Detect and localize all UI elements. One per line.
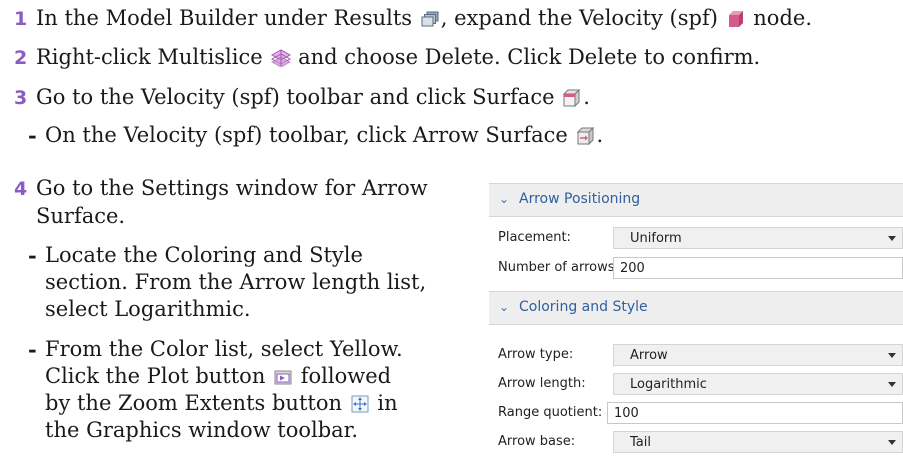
- step-text: Surface.: [36, 204, 126, 228]
- zoom-extents-icon: [351, 393, 369, 413]
- number-of-arrows-value: 200: [620, 261, 645, 276]
- range-quotient-value: 100: [614, 406, 639, 421]
- placement-label: Placement:: [498, 230, 571, 245]
- step-1: 1 In the Model Builder under Results , ex…: [14, 5, 812, 33]
- substep-4b: - From the Color list, select Yellow. Cl…: [28, 337, 403, 442]
- step-text: select Logarithmic.: [45, 297, 251, 321]
- step-text: .: [583, 85, 590, 109]
- substep-3a: - On the Velocity (spf) toolbar, click A…: [28, 123, 604, 148]
- plot-icon: [274, 366, 292, 385]
- step-text: From the Color list, select Yellow.: [45, 337, 403, 361]
- number-of-arrows-field[interactable]: 200: [613, 257, 903, 279]
- range-quotient-field[interactable]: 100: [607, 402, 903, 424]
- step-text: the Graphics window toolbar.: [45, 418, 359, 442]
- arrow-base-value: Tail: [630, 435, 651, 450]
- step-text: followed: [300, 364, 392, 388]
- arrow-type-label: Arrow type:: [498, 347, 574, 362]
- step-text: On the Velocity (spf) toolbar, click Arr…: [45, 123, 568, 147]
- section-header-arrow-positioning[interactable]: ⌄ Arrow Positioning: [489, 183, 903, 217]
- step-text: by the Zoom Extents button: [45, 391, 342, 415]
- step-text: in: [377, 391, 398, 415]
- step-text: section. From the Arrow length list,: [45, 270, 427, 294]
- results-icon: [421, 8, 439, 27]
- arrow-base-row: Arrow base: Tail: [489, 429, 903, 455]
- step-number: 2: [14, 47, 28, 69]
- chevron-down-icon: ⌄: [499, 300, 510, 314]
- range-quotient-label: Range quotient:: [498, 405, 603, 420]
- step-text: Go to the Velocity (spf) toolbar and cli…: [36, 85, 555, 109]
- placement-value: Uniform: [630, 231, 682, 246]
- step-text: Click the Plot button: [45, 364, 266, 388]
- step-text: node.: [753, 6, 812, 30]
- step-text: In the Model Builder under Results: [36, 6, 413, 30]
- 3d-plot-group-icon: [727, 8, 745, 27]
- step-number: 1: [14, 8, 28, 30]
- arrow-length-row: Arrow length: Logarithmic: [489, 371, 903, 397]
- arrow-base-label: Arrow base:: [498, 434, 576, 449]
- multislice-icon: [271, 47, 292, 68]
- step-3: 3 Go to the Velocity (spf) toolbar and cl…: [14, 84, 590, 112]
- number-of-arrows-label: Number of arrows:: [498, 260, 619, 275]
- chevron-down-icon: ⌄: [499, 192, 510, 206]
- arrow-type-value: Arrow: [630, 348, 668, 363]
- section-header-coloring-and-style[interactable]: ⌄ Coloring and Style: [489, 291, 903, 325]
- step-number: 3: [14, 87, 28, 109]
- arrow-length-label: Arrow length:: [498, 376, 586, 391]
- substep-4a: - Locate the Coloring and Style section.…: [28, 243, 427, 321]
- section-title: Coloring and Style: [519, 299, 648, 315]
- step-4: 4 Go to the Settings window for Arrow Sur…: [14, 175, 428, 230]
- step-text: Locate the Coloring and Style: [45, 243, 363, 267]
- dropdown-arrow-icon: [888, 382, 896, 387]
- step-text: and choose Delete. Click Delete to confi…: [298, 45, 761, 69]
- surface-icon: [563, 87, 581, 108]
- arrow-type-row: Arrow type: Arrow: [489, 342, 903, 368]
- step-text: , expand the Velocity (spf): [440, 6, 718, 30]
- step-number: 4: [14, 178, 28, 200]
- step-2: 2 Right-click Multislice and choose Delet…: [14, 44, 760, 72]
- dropdown-arrow-icon: [888, 440, 896, 445]
- arrow-length-value: Logarithmic: [630, 377, 707, 392]
- settings-panel: ⌄ Arrow Positioning Placement: Uniform N…: [489, 183, 903, 474]
- arrow-base-select[interactable]: Tail: [613, 431, 903, 453]
- placement-select[interactable]: Uniform: [613, 227, 903, 249]
- range-quotient-row: Range quotient: 100: [489, 400, 903, 426]
- dropdown-arrow-icon: [888, 236, 896, 241]
- placement-row: Placement: Uniform: [489, 225, 903, 251]
- arrow-length-select[interactable]: Logarithmic: [613, 373, 903, 395]
- step-text: Right-click Multislice: [36, 45, 263, 69]
- arrow-type-select[interactable]: Arrow: [613, 344, 903, 366]
- section-title: Arrow Positioning: [519, 191, 641, 207]
- step-text: .: [596, 123, 604, 147]
- number-of-arrows-row: Number of arrows: 200: [489, 255, 903, 281]
- arrow-surface-icon: [576, 125, 595, 146]
- step-text: Go to the Settings window for Arrow: [36, 176, 428, 200]
- dropdown-arrow-icon: [888, 353, 896, 358]
